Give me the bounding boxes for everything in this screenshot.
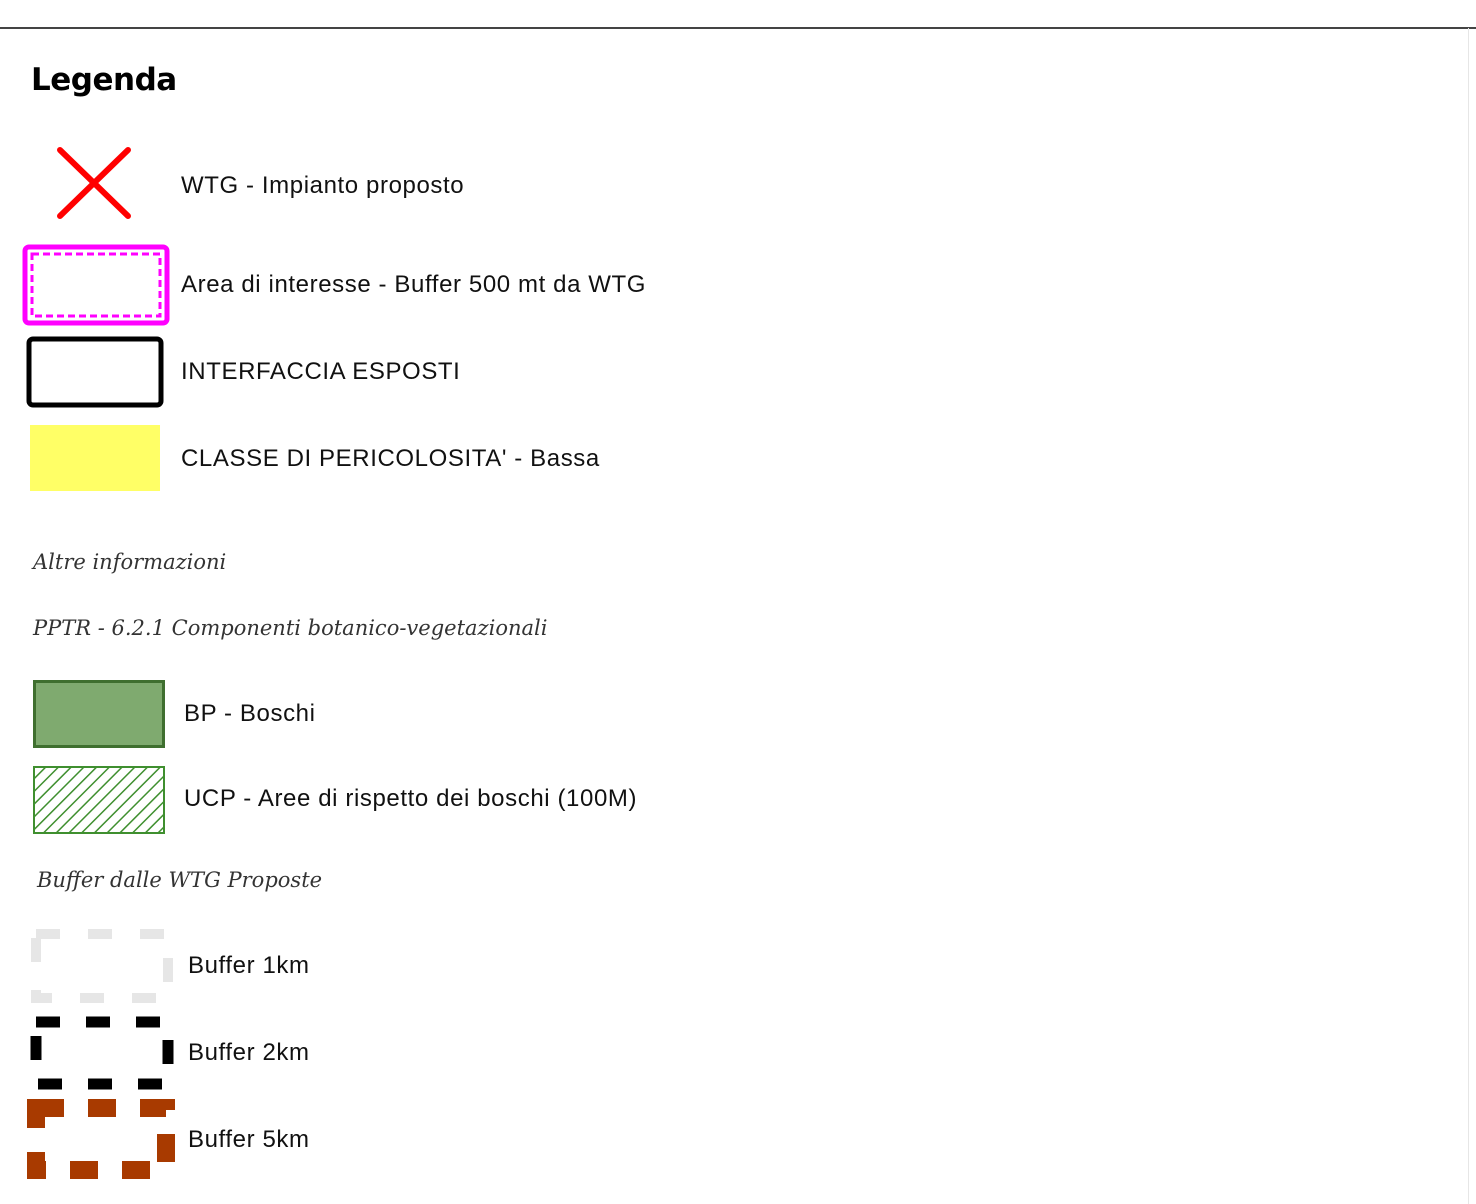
right-rule <box>1468 28 1469 1204</box>
legend-label-ucp-boschi: UCP - Aree di rispetto dei boschi (100M) <box>184 785 638 812</box>
legend-label-boschi: BP - Boschi <box>184 700 316 727</box>
dashed-rust-rectangle-icon <box>26 1096 178 1184</box>
top-rule <box>0 27 1476 29</box>
other-info-heading: Altre informazioni <box>33 550 227 574</box>
legend-label-buffer-5km: Buffer 5km <box>188 1126 310 1153</box>
black-outline-rectangle-icon <box>26 336 164 408</box>
yellow-fill-rectangle-icon <box>30 425 160 491</box>
dashed-light-gray-rectangle-icon <box>28 924 176 1008</box>
legend-title: Legenda <box>31 62 177 98</box>
green-fill-rectangle-icon <box>33 680 165 748</box>
magenta-double-rectangle-icon <box>22 244 170 326</box>
legend-label-wtg: WTG - Impianto proposto <box>181 172 465 199</box>
legend-label-interfaccia: INTERFACCIA ESPOSTI <box>181 358 461 385</box>
legend-label-buffer-1km: Buffer 1km <box>188 952 310 979</box>
legend-label-buffer-2km: Buffer 2km <box>188 1039 310 1066</box>
buffer-heading: Buffer dalle WTG Proposte <box>37 868 323 892</box>
legend-label-area-interesse: Area di interesse - Buffer 500 mt da WTG <box>181 271 647 298</box>
dashed-black-rectangle-icon <box>28 1012 176 1096</box>
red-x-icon <box>56 146 132 220</box>
pptr-heading: PPTR - 6.2.1 Componenti botanico-vegetaz… <box>33 616 548 640</box>
green-hatched-rectangle-icon <box>33 766 165 834</box>
legend-label-classe-pericolosita: CLASSE DI PERICOLOSITA' - Bassa <box>181 445 600 472</box>
